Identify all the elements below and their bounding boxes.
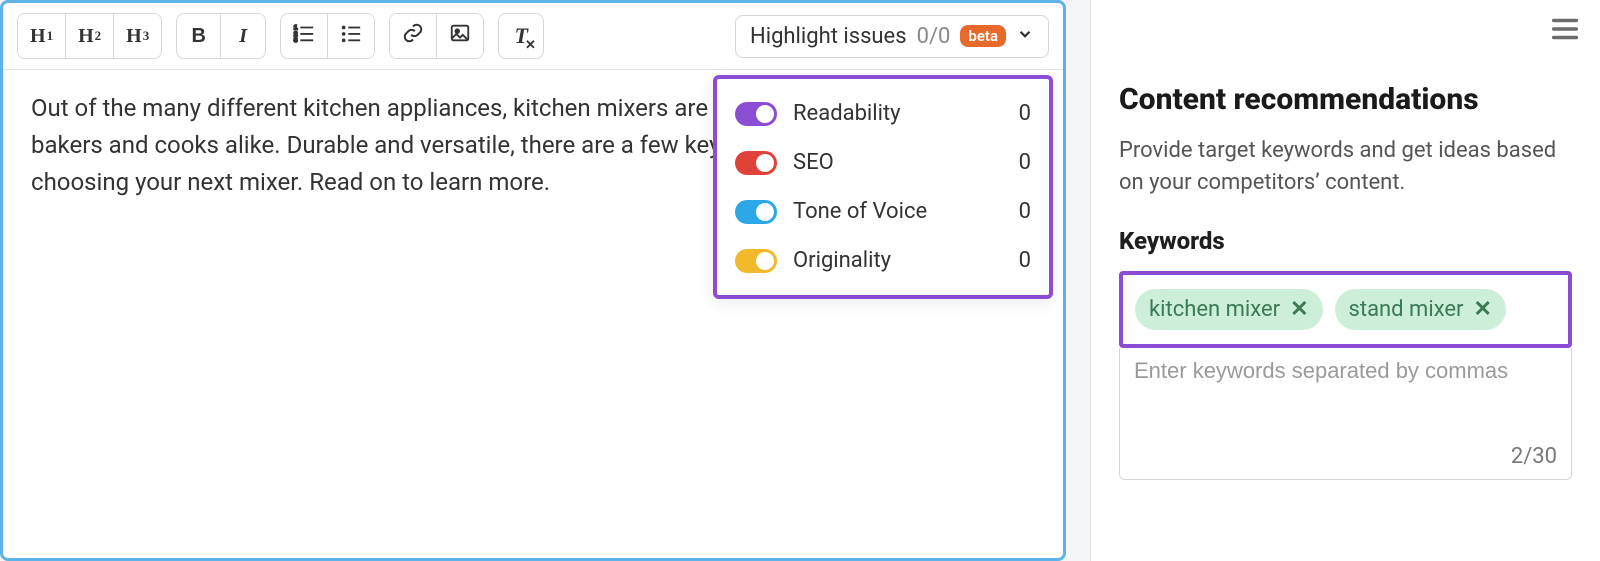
link-icon: [402, 22, 424, 50]
heading-group: H1 H2 H3: [17, 13, 162, 59]
keywords-input[interactable]: [1134, 358, 1557, 384]
keywords-counter: 2/30: [1511, 444, 1557, 469]
keyword-chip-text: kitchen mixer: [1149, 297, 1280, 322]
issue-count: 0: [1019, 199, 1031, 224]
side-title: Content recommendations: [1119, 82, 1572, 117]
unordered-list-icon: [340, 22, 362, 50]
keywords-label: Keywords: [1119, 227, 1572, 255]
h-sub: 2: [95, 28, 102, 44]
issue-count: 0: [1019, 248, 1031, 273]
toggle-originality[interactable]: [735, 249, 777, 273]
clear-format-button[interactable]: T✕: [499, 14, 543, 58]
keywords-input-wrap: 2/30: [1119, 348, 1572, 480]
keywords-box: kitchen mixer ✕ stand mixer ✕: [1119, 271, 1572, 348]
h1-button[interactable]: H1: [18, 14, 66, 58]
issue-label: Readability: [793, 101, 901, 126]
chevron-down-icon: [1016, 25, 1034, 48]
toggle-tone[interactable]: [735, 200, 777, 224]
format-group: B I: [176, 13, 266, 59]
issue-row-readability[interactable]: Readability 0: [735, 89, 1031, 138]
h-glyph: H: [30, 25, 46, 48]
issue-label: SEO: [793, 150, 834, 175]
side-description: Provide target keywords and get ideas ba…: [1119, 135, 1572, 199]
ordered-list-button[interactable]: 123: [281, 14, 328, 58]
h-glyph: H: [78, 25, 94, 48]
issues-panel: Readability 0 SEO 0 Tone of Voice 0 Orig…: [713, 75, 1053, 299]
bold-button[interactable]: B: [177, 14, 221, 58]
italic-button[interactable]: I: [221, 14, 265, 58]
toggle-readability[interactable]: [735, 102, 777, 126]
h-sub: 3: [143, 28, 150, 44]
highlight-issues-dropdown[interactable]: Highlight issues 0/0 beta: [735, 15, 1049, 58]
highlight-label: Highlight issues: [750, 24, 907, 49]
h2-button[interactable]: H2: [66, 14, 114, 58]
remove-keyword-icon[interactable]: ✕: [1474, 297, 1492, 322]
issue-row-tone[interactable]: Tone of Voice 0: [735, 187, 1031, 236]
toggle-seo[interactable]: [735, 151, 777, 175]
editor-panel: H1 H2 H3 B I 123: [0, 0, 1066, 561]
hamburger-icon: [1548, 31, 1582, 50]
ordered-list-icon: 123: [293, 22, 315, 50]
issue-label: Originality: [793, 248, 891, 273]
h-glyph: H: [126, 25, 142, 48]
side-menu-button[interactable]: [1548, 12, 1582, 50]
clear-group: T✕: [498, 13, 544, 59]
insert-group: [389, 13, 484, 59]
toolbar: H1 H2 H3 B I 123: [3, 3, 1063, 70]
svg-text:3: 3: [294, 37, 298, 44]
issue-count: 0: [1019, 101, 1031, 126]
keyword-chip: kitchen mixer ✕: [1135, 289, 1323, 330]
side-panel: Content recommendations Provide target k…: [1090, 0, 1600, 561]
link-button[interactable]: [390, 14, 437, 58]
list-group: 123: [280, 13, 375, 59]
issue-label: Tone of Voice: [793, 199, 927, 224]
issue-row-seo[interactable]: SEO 0: [735, 138, 1031, 187]
unordered-list-button[interactable]: [328, 14, 374, 58]
issue-row-originality[interactable]: Originality 0: [735, 236, 1031, 285]
h3-button[interactable]: H3: [114, 14, 161, 58]
remove-keyword-icon[interactable]: ✕: [1290, 297, 1308, 322]
clear-format-icon: T✕: [514, 23, 527, 49]
image-icon: [449, 22, 471, 50]
beta-badge: beta: [960, 25, 1006, 47]
highlight-count: 0/0: [917, 24, 951, 49]
image-button[interactable]: [437, 14, 483, 58]
h-sub: 1: [47, 28, 54, 44]
keyword-chip: stand mixer ✕: [1335, 289, 1506, 330]
keyword-chip-text: stand mixer: [1349, 297, 1464, 322]
issue-count: 0: [1019, 150, 1031, 175]
